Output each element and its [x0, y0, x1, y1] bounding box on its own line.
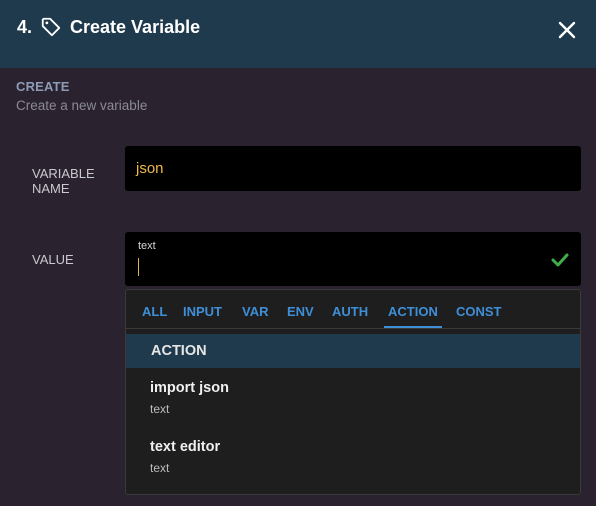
variable-name-label-line2: NAME [32, 181, 70, 196]
list-item-title: text editor [150, 439, 221, 455]
list-item[interactable]: text editor text [150, 439, 220, 475]
dialog-title: 4. Create Variable [17, 15, 200, 39]
tab-all[interactable]: ALL [142, 304, 167, 319]
tab-bar: ALL INPUT VAR ENV AUTH ACTION CONST [126, 290, 580, 329]
section-subtitle: Create a new variable [16, 98, 148, 113]
section-label: CREATE [16, 79, 70, 94]
variable-name-value: json [136, 160, 164, 177]
close-icon[interactable] [557, 20, 577, 40]
variable-name-input[interactable]: json [125, 146, 581, 191]
tab-env[interactable]: ENV [287, 304, 314, 319]
tab-input[interactable]: INPUT [183, 304, 222, 319]
value-label: VALUE [32, 252, 74, 267]
list-item-subtitle: text [150, 461, 170, 475]
tab-auth[interactable]: AUTH [332, 304, 368, 319]
tab-var[interactable]: VAR [242, 304, 268, 319]
variable-name-label: VARIABLE NAME [32, 166, 95, 196]
value-type-label: text [138, 240, 156, 252]
group-header: ACTION [126, 334, 580, 368]
dialog-header: 4. Create Variable [0, 0, 596, 68]
value-input[interactable]: text [125, 232, 581, 286]
list-item[interactable]: import json text [150, 380, 229, 416]
step-number: 4. [17, 16, 33, 37]
dialog-title-text: Create Variable [70, 16, 201, 37]
suggestion-dropdown: ALL INPUT VAR ENV AUTH ACTION CONST ACTI… [125, 289, 581, 495]
tag-icon [41, 17, 61, 37]
list-item-title: import json [150, 380, 229, 396]
checkmark-icon [551, 253, 569, 267]
list-item-subtitle: text [150, 402, 170, 416]
tab-const[interactable]: CONST [456, 304, 502, 319]
tab-action[interactable]: ACTION [384, 304, 442, 328]
text-caret [138, 258, 139, 276]
variable-name-label-line1: VARIABLE [32, 166, 95, 181]
